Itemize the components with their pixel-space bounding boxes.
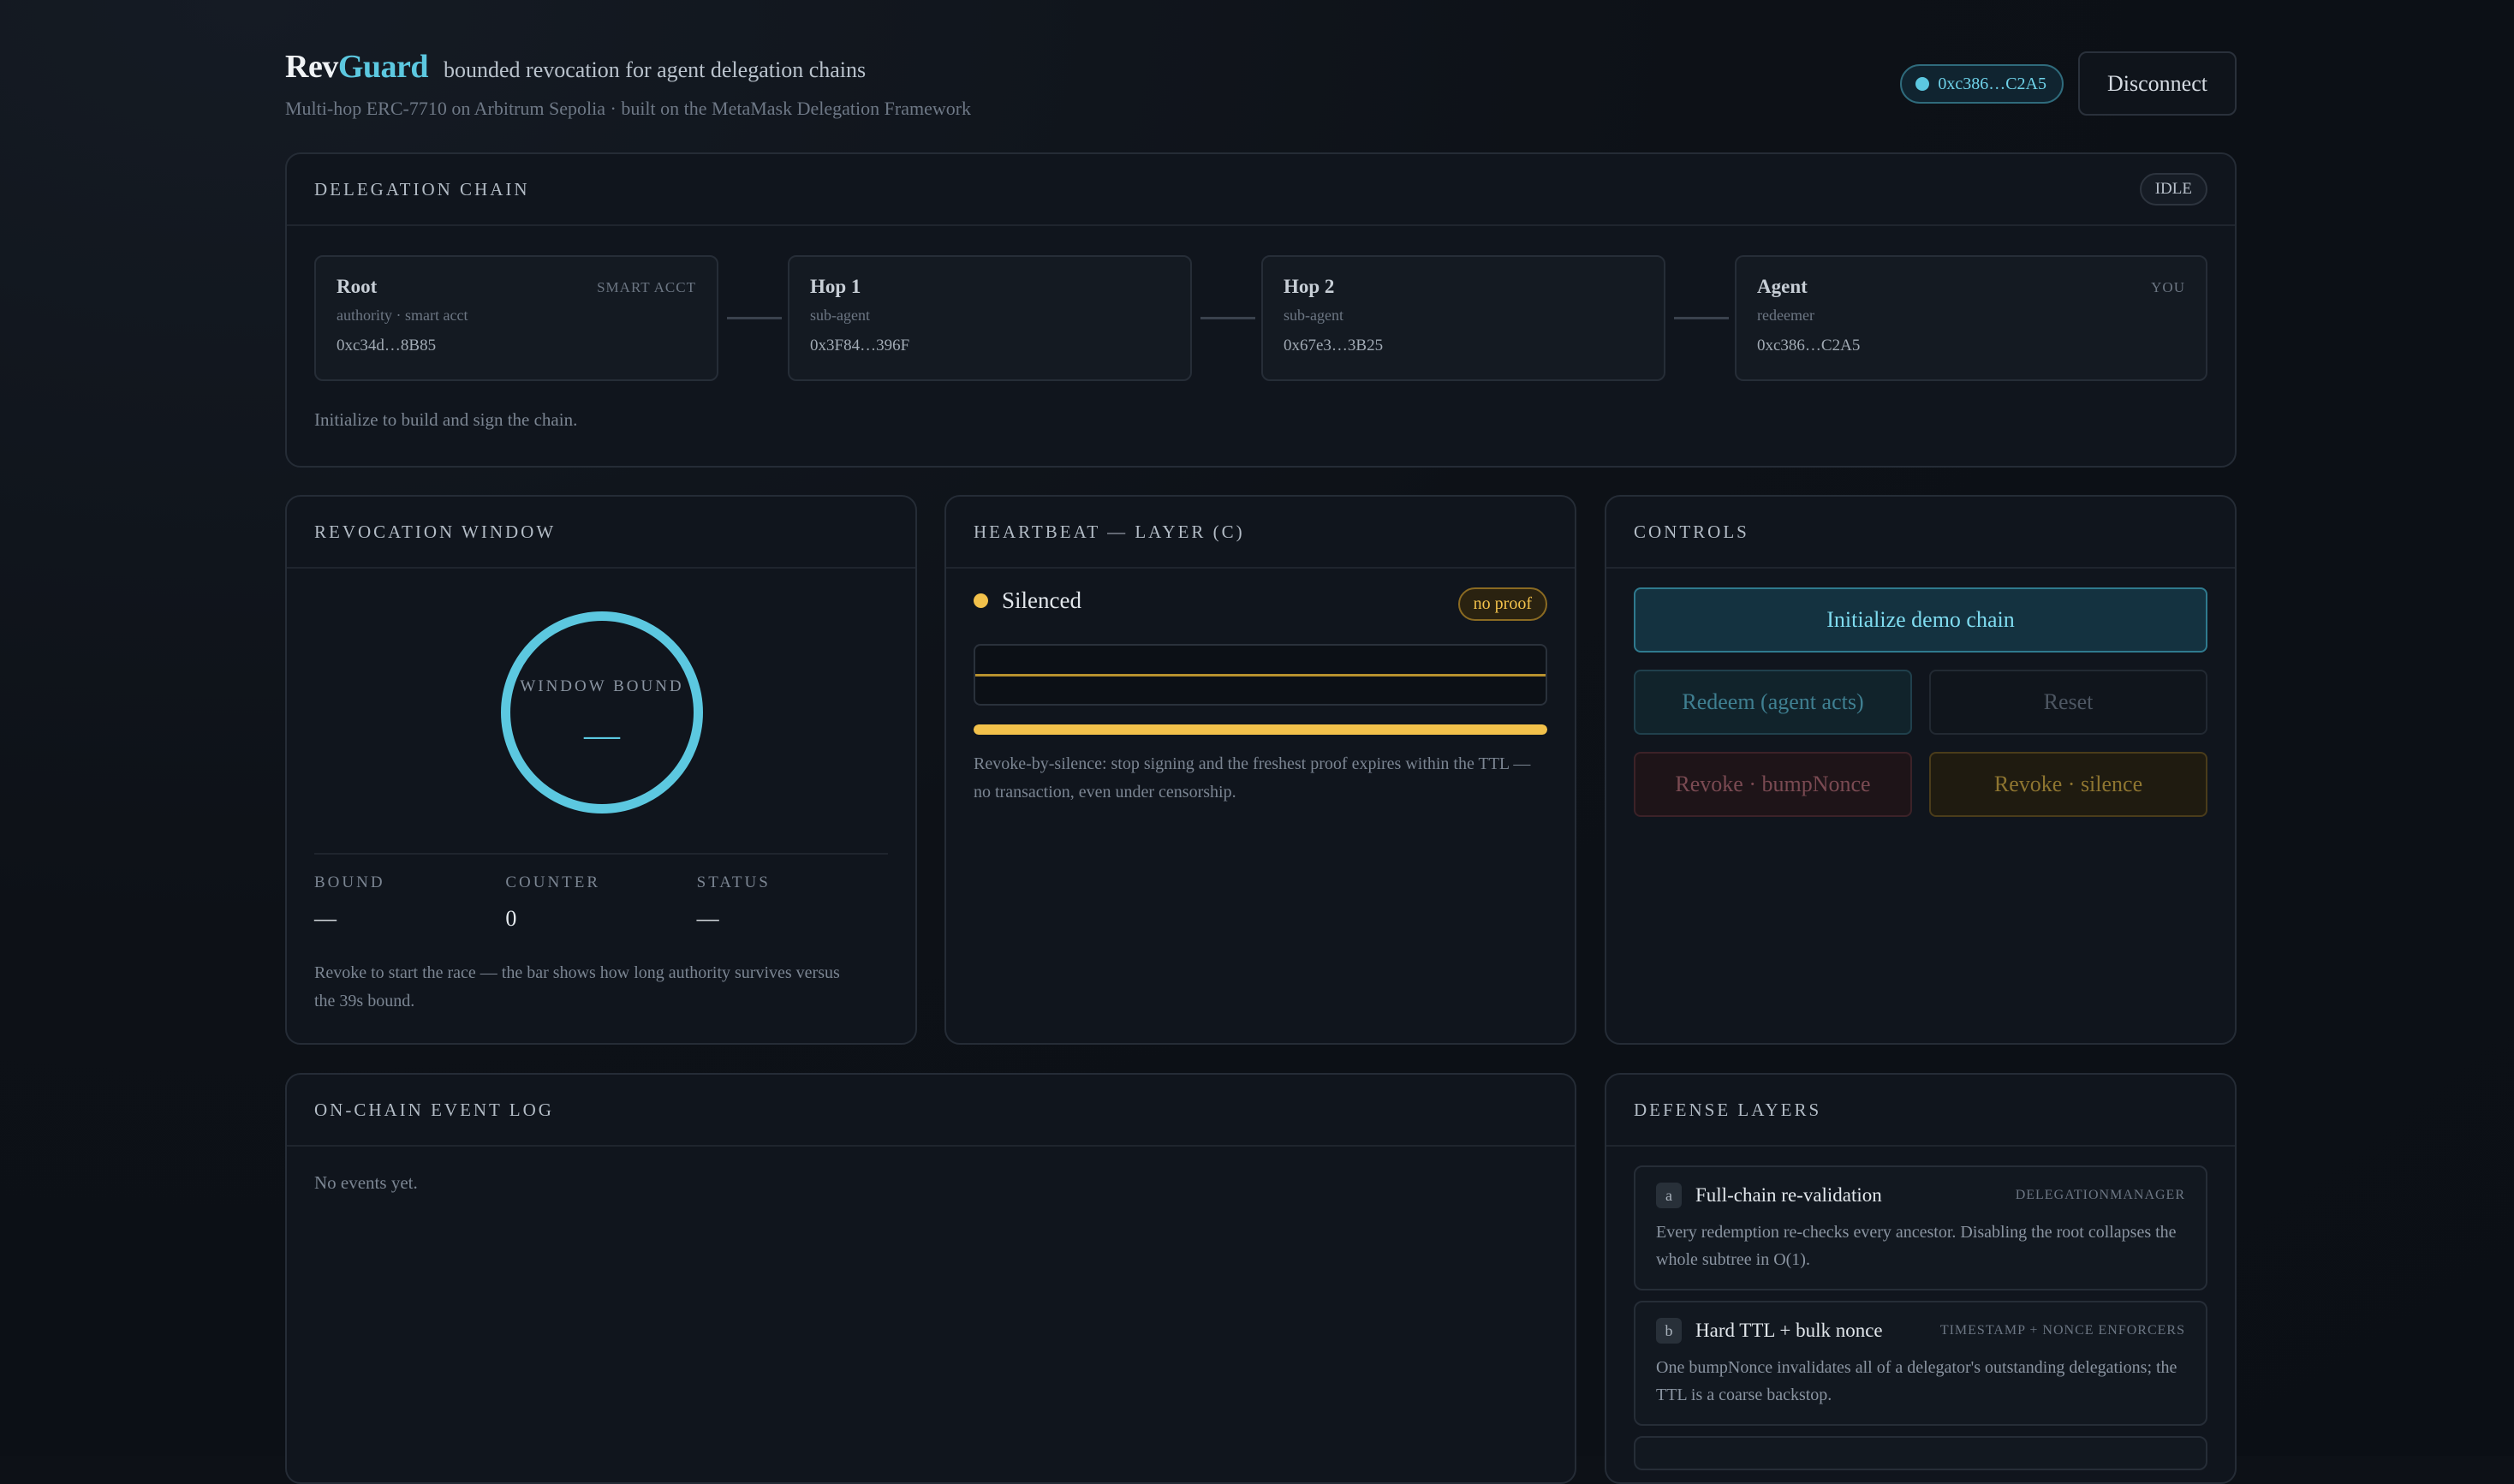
panel-header: ON-CHAIN EVENT LOG [287, 1075, 1575, 1147]
delegation-chain-panel: DELEGATION CHAIN IDLE Root SMART ACCT au… [285, 152, 2237, 468]
chain-connector [1674, 317, 1729, 319]
reset-button[interactable]: Reset [1929, 670, 2207, 735]
controls-panel: CONTROLS Initialize demo chain Redeem (a… [1605, 495, 2237, 1045]
panel-header: DEFENSE LAYERS [1606, 1075, 2235, 1147]
gauge-label: WINDOW BOUND [520, 677, 684, 695]
revoke-silence-button[interactable]: Revoke · silence [1929, 752, 2207, 817]
connected-dot-icon [1915, 77, 1930, 91]
panel-title: DEFENSE LAYERS [1634, 1099, 1822, 1120]
layer-name: Full-chain re-validation [1695, 1184, 1882, 1206]
panel-header: CONTROLS [1606, 497, 2235, 569]
panel-title: HEARTBEAT — LAYER (C) [974, 521, 1245, 542]
app-header: RevGuard bounded revocation for agent de… [285, 0, 2237, 152]
status-badge: IDLE [2139, 173, 2207, 206]
node-role: authority · smart acct [337, 307, 468, 324]
defense-layer-item: b Hard TTL + bulk nonce TIMESTAMP + NONC… [1634, 1301, 2207, 1426]
heartbeat-status-text: Silenced [1002, 587, 1081, 613]
layer-key: a [1656, 1183, 1682, 1208]
brand-prefix: Rev [285, 49, 338, 85]
node-address: 0x67e3…3B25 [1284, 337, 1384, 355]
node-tag: YOU [2151, 279, 2185, 295]
chain-connector [1200, 317, 1255, 319]
panel-header: REVOCATION WINDOW [287, 497, 915, 569]
panel-title: DELEGATION CHAIN [314, 178, 530, 200]
status-dot-icon [974, 593, 988, 608]
panel-title: CONTROLS [1634, 521, 1749, 542]
page-subtitle: Multi-hop ERC-7710 on Arbitrum Sepolia ·… [285, 98, 972, 119]
node-role: redeemer [1757, 307, 1814, 324]
chain-nodes: Root SMART ACCT authority · smart acct 0… [314, 255, 2207, 384]
node-address: 0x3F84…396F [810, 337, 910, 355]
gauge-ring: WINDOW BOUND — [501, 611, 703, 814]
brand-tagline: bounded revocation for agent delegation … [444, 57, 867, 82]
panel-title: REVOCATION WINDOW [314, 521, 557, 542]
heartbeat-note: Revoke-by-silence: stop signing and the … [974, 754, 1531, 802]
node-tag: SMART ACCT [597, 279, 696, 295]
stat-label: COUNTER [505, 873, 601, 891]
window-bound-gauge: WINDOW BOUND — [501, 611, 703, 814]
heartbeat-progress-fill [974, 724, 1547, 735]
defense-layer-item: a Full-chain re-validation DELEGATIONMAN… [1634, 1165, 2207, 1290]
stat-bound: BOUND — [314, 873, 505, 932]
defense-layers-panel: DEFENSE LAYERS a Full-chain re-validatio… [1605, 1073, 2237, 1484]
layer-description: Every redemption re-checks every ancesto… [1656, 1223, 2177, 1269]
divider [314, 853, 888, 855]
app-root: RevGuard bounded revocation for agent de… [285, 0, 2237, 1484]
heartbeat-progress-bar [974, 724, 1547, 735]
stat-value: 0 [505, 906, 517, 931]
brand-logo: RevGuard [285, 48, 429, 86]
proof-badge: no proof [1457, 587, 1547, 621]
layer-header: b Hard TTL + bulk nonce TIMESTAMP + NONC… [1656, 1318, 2185, 1344]
layer-tag: TIMESTAMP + NONCE ENFORCERS [1939, 1323, 2185, 1338]
chain-node-agent: Agent YOU redeemer 0xc386…C2A5 [1735, 255, 2207, 381]
stat-status: STATUS — [697, 873, 888, 932]
heartbeat-flatline [975, 674, 1546, 676]
event-log-panel: ON-CHAIN EVENT LOG No events yet. [285, 1073, 1576, 1484]
defense-layer-item [1634, 1436, 2207, 1470]
layer-header: a Full-chain re-validation DELEGATIONMAN… [1656, 1183, 2185, 1208]
chain-connector [727, 317, 782, 319]
chain-node-hop1: Hop 1 sub-agent 0x3F84…396F [788, 255, 1192, 381]
chain-node-hop2: Hop 2 sub-agent 0x67e3…3B25 [1261, 255, 1665, 381]
heartbeat-status: Silenced [974, 587, 1081, 614]
stat-value: — [314, 906, 337, 931]
wallet-address-pill[interactable]: 0xc386…C2A5 [1900, 64, 2064, 104]
panel-title: ON-CHAIN EVENT LOG [314, 1099, 554, 1120]
panel-header: HEARTBEAT — LAYER (C) [946, 497, 1575, 569]
window-stats: BOUND — COUNTER 0 STATUS — [314, 873, 888, 932]
layer-name: Hard TTL + bulk nonce [1695, 1320, 1883, 1341]
layer-tag: DELEGATIONMANAGER [2015, 1188, 2185, 1202]
stat-label: STATUS [696, 873, 771, 891]
redeem-button[interactable]: Redeem (agent acts) [1634, 670, 1912, 735]
layer-key: b [1656, 1318, 1682, 1344]
stat-label: BOUND [314, 873, 385, 891]
brand: RevGuard bounded revocation for agent de… [285, 48, 866, 86]
revocation-note: Revoke to start the race — the bar shows… [314, 963, 840, 1010]
node-address: 0xc34d…8B85 [337, 337, 437, 355]
revocation-window-panel: REVOCATION WINDOW WINDOW BOUND — BOUND —… [285, 495, 917, 1045]
node-role: sub-agent [810, 307, 870, 324]
wallet-address: 0xc386…C2A5 [1938, 74, 2046, 93]
node-name: Agent [1757, 276, 1808, 297]
node-name: Hop 1 [810, 276, 861, 297]
layer-description: One bumpNonce invalidates all of a deleg… [1656, 1358, 2177, 1404]
disconnect-button[interactable]: Disconnect [2078, 51, 2237, 116]
brand-accent: Guard [337, 49, 429, 85]
node-role: sub-agent [1284, 307, 1343, 324]
chain-node-root: Root SMART ACCT authority · smart acct 0… [314, 255, 718, 381]
node-name: Hop 2 [1284, 276, 1335, 297]
panel-header: DELEGATION CHAIN IDLE [287, 154, 2235, 226]
initialize-chain-button[interactable]: Initialize demo chain [1634, 587, 2207, 653]
heartbeat-panel: HEARTBEAT — LAYER (C) Silenced no proof … [944, 495, 1576, 1045]
heartbeat-trace [974, 644, 1547, 706]
stat-value: — [696, 906, 719, 931]
node-address: 0xc386…C2A5 [1757, 337, 1861, 355]
gauge-value: — [584, 716, 620, 755]
event-log-empty: No events yet. [314, 1172, 418, 1193]
revoke-bumpnonce-button[interactable]: Revoke · bumpNonce [1634, 752, 1912, 817]
stat-counter: COUNTER 0 [505, 873, 696, 932]
chain-note: Initialize to build and sign the chain. [314, 409, 578, 430]
